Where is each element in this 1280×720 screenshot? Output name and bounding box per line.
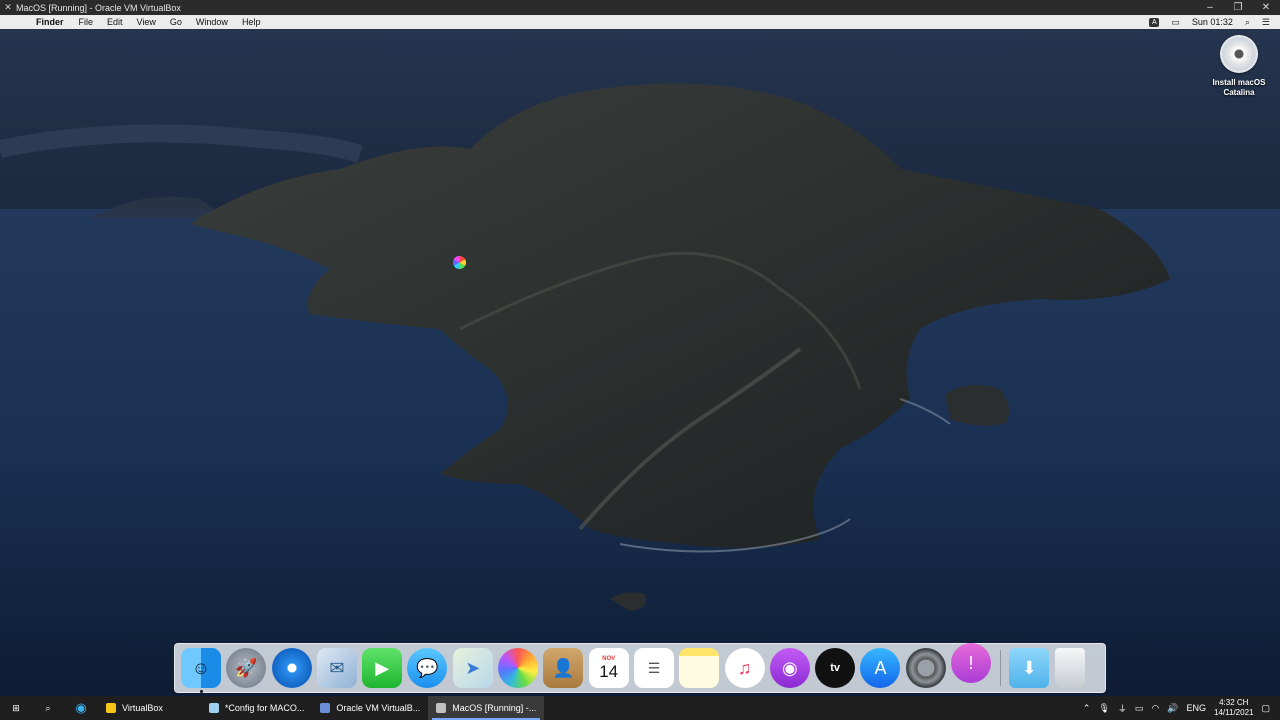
usb-icon[interactable]: ⏚ <box>1118 702 1127 715</box>
calendar-day: 14 <box>599 662 619 681</box>
menu-go[interactable]: Go <box>170 17 182 27</box>
vbox-window-title: MacOS [Running] - Oracle VM VirtualBox <box>16 2 181 13</box>
taskbar-app-macos-running[interactable]: MacOS [Running] -... <box>428 696 545 720</box>
dock-calendar-icon[interactable]: NOV 14 <box>588 648 629 688</box>
menu-file[interactable]: File <box>79 17 94 27</box>
tray-overflow-chevron-icon[interactable]: ⌃ <box>1083 703 1091 714</box>
vm-window-icon <box>436 703 447 713</box>
dock-maps-icon[interactable]: ➤ <box>452 648 493 688</box>
action-center-icon[interactable]: ▢ <box>1261 703 1270 714</box>
language-indicator[interactable]: ENG <box>1187 703 1207 713</box>
dock-music-icon[interactable]: ♫ <box>724 648 765 688</box>
dock-facetime-icon[interactable]: ▶ <box>362 648 403 688</box>
dock-reminders-icon[interactable]: ☰ <box>633 648 674 688</box>
dock-mail-icon[interactable]: ✉ <box>316 648 357 688</box>
restore-icon[interactable]: ❐ <box>1224 0 1252 15</box>
search-icon[interactable]: ⌕ <box>32 696 64 720</box>
wifi-icon[interactable]: ◠ <box>1151 703 1159 714</box>
close-icon[interactable]: ✕ <box>1252 0 1280 15</box>
loading-spinner-icon <box>453 256 466 269</box>
menu-view[interactable]: View <box>137 17 156 27</box>
dock-contacts-icon[interactable]: 👤 <box>543 648 584 688</box>
spotlight-search-icon[interactable]: ⌕ <box>1245 17 1250 28</box>
dock-downloads-stack-icon[interactable]: ⬇ <box>1009 648 1050 688</box>
dock-trash-icon[interactable] <box>1054 648 1085 688</box>
vbox-title-bar: ✕ MacOS [Running] - Oracle VM VirtualBox… <box>0 0 1280 15</box>
taskbar-app-virtualbox-folder[interactable]: VirtualBox <box>98 696 171 720</box>
dock-appstore-icon[interactable]: A <box>860 648 901 688</box>
menu-clock[interactable]: Sun 01:32 <box>1192 17 1233 27</box>
menu-window[interactable]: Window <box>196 17 228 27</box>
system-tray: ⌃ 🎙 ⏚ ▭ ◠ 🔊 ENG 4:32 CH 14/11/2021 ▢ <box>1083 696 1280 720</box>
dock-feedback-assistant-icon[interactable]: ! <box>951 643 992 683</box>
notepad-icon <box>208 703 219 713</box>
dock-launchpad-icon[interactable]: 🚀 <box>226 648 267 688</box>
install-macos-catalina-icon[interactable]: Install macOS Catalina <box>1204 35 1274 98</box>
running-indicator <box>200 690 203 693</box>
dock-appletv-icon[interactable]: tv <box>815 648 856 688</box>
dock-photos-icon[interactable] <box>498 648 539 688</box>
mac-menu-bar: Finder File Edit View Go Window Help A ▭… <box>0 15 1280 29</box>
input-source-icon[interactable]: A <box>1149 17 1160 27</box>
menu-extras: A ▭ Sun 01:32 ⌕ ☰ <box>1149 15 1280 29</box>
dock-finder-icon[interactable]: ☺ <box>181 648 221 693</box>
notification-center-icon[interactable]: ☰ <box>1262 17 1270 28</box>
taskbar-clock[interactable]: 4:32 CH 14/11/2021 <box>1214 698 1253 718</box>
dvd-disc-icon <box>1220 35 1258 73</box>
taskbar-app-config[interactable]: *Config for MACO... <box>201 696 313 720</box>
windows-taskbar: ⊞ ⌕ ◉ VirtualBox *Config for MACO... Ora… <box>0 696 1280 720</box>
virtualbox-cube-icon <box>320 703 331 713</box>
dock-safari-icon[interactable] <box>271 648 312 688</box>
appletv-label: tv <box>830 662 841 674</box>
dock-messages-icon[interactable]: 💬 <box>407 648 448 688</box>
display-mirroring-icon[interactable]: ▭ <box>1171 17 1180 28</box>
desktop-icon-label: Install macOS Catalina <box>1212 78 1266 97</box>
dock-podcasts-icon[interactable]: ◉ <box>769 648 810 688</box>
dock-separator <box>1000 650 1002 686</box>
dock: ☺ 🚀 ✉ ▶ 💬 ➤ 👤 NOV 14 ☰ ♫ ◉ tv A ! ⬇ <box>174 643 1106 693</box>
desktop[interactable]: Install macOS Catalina <box>0 29 1280 696</box>
windows-start-icon[interactable]: ⊞ <box>0 696 32 720</box>
microphone-icon[interactable]: 🎙 <box>1098 703 1109 714</box>
dock-system-preferences-icon[interactable] <box>905 648 946 688</box>
dock-notes-icon[interactable] <box>679 648 720 688</box>
folder-icon <box>106 703 116 713</box>
menu-edit[interactable]: Edit <box>107 17 123 27</box>
taskbar-date: 14/11/2021 <box>1214 708 1254 717</box>
virtualbox-icon: ✕ <box>4 2 12 12</box>
volume-icon[interactable]: 🔊 <box>1167 703 1178 714</box>
minimize-icon[interactable]: – <box>1196 0 1224 15</box>
battery-icon[interactable]: ▭ <box>1135 703 1144 714</box>
menu-finder[interactable]: Finder <box>36 17 64 27</box>
taskbar-time: 4:32 CH <box>1219 698 1249 707</box>
menu-help[interactable]: Help <box>242 17 261 27</box>
taskbar-app-oracle-vm[interactable]: Oracle VM VirtualB... <box>312 696 428 720</box>
catalina-wallpaper <box>0 83 1280 696</box>
edge-browser-icon[interactable]: ◉ <box>64 696 98 720</box>
